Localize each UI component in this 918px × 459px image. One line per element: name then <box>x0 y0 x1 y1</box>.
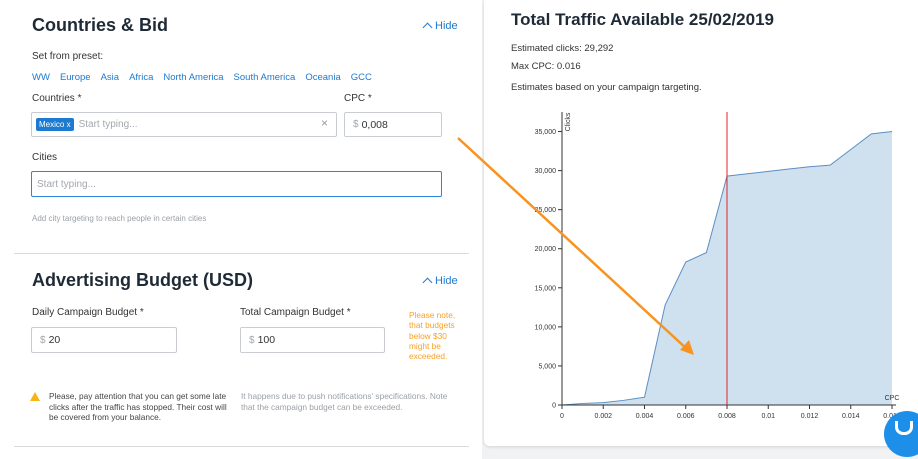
x-tick-label: 0.006 <box>677 413 695 420</box>
currency-symbol: $ <box>40 334 46 346</box>
chat-icon[interactable] <box>884 411 918 457</box>
total-budget-label: Total Campaign Budget * <box>240 307 351 318</box>
currency-symbol: $ <box>353 119 359 130</box>
chat-bubble-icon <box>895 421 913 435</box>
clear-icon[interactable]: × <box>321 116 328 130</box>
x-tick-label: 0 <box>560 413 564 420</box>
cpc-input[interactable]: $ 0,008 <box>344 112 442 137</box>
x-axis-label: CPC <box>885 395 900 402</box>
preset-link[interactable]: Europe <box>60 72 91 83</box>
preset-links: WW Europe Asia Africa North America Sout… <box>32 72 372 83</box>
daily-budget-input[interactable]: $ 20 <box>31 327 177 353</box>
cities-label: Cities <box>32 152 58 163</box>
warning-text: Please, pay attention that you can get s… <box>49 391 227 423</box>
section-divider <box>14 446 469 447</box>
countries-placeholder: Start typing... <box>78 119 138 130</box>
x-tick-label: 0.004 <box>636 413 654 420</box>
y-tick-label: 30,000 <box>535 168 557 175</box>
total-budget-value: 100 <box>257 334 276 346</box>
y-tick-label: 20,000 <box>535 246 557 253</box>
y-tick-label: 10,000 <box>535 324 557 331</box>
y-axis-label: Clicks <box>565 112 572 131</box>
cpc-label: CPC * <box>344 93 372 104</box>
campaign-settings-panel: Countries & Bid Hide Set from preset: WW… <box>0 0 482 459</box>
x-tick-label: 0.012 <box>801 413 819 420</box>
countries-hide-label: Hide <box>435 20 458 32</box>
daily-budget-value: 20 <box>48 334 61 346</box>
budget-note: Please note, that budgets below $30 migh… <box>409 310 456 362</box>
chevron-up-icon <box>422 277 433 288</box>
y-tick-label: 25,000 <box>535 207 557 214</box>
preset-link[interactable]: Oceania <box>305 72 340 83</box>
budget-section-title: Advertising Budget (USD) <box>32 270 254 290</box>
preset-link[interactable]: GCC <box>351 72 372 83</box>
warning-icon <box>30 392 40 401</box>
section-divider <box>14 253 469 254</box>
preset-label: Set from preset: <box>32 51 104 62</box>
y-tick-label: 15,000 <box>535 285 557 292</box>
push-note: It happens due to push notifications' sp… <box>241 391 448 412</box>
y-tick-label: 5,000 <box>538 363 556 370</box>
currency-symbol: $ <box>249 334 255 346</box>
y-tick-label: 35,000 <box>535 129 557 136</box>
cities-placeholder: Start typing... <box>37 178 96 190</box>
chevron-up-icon <box>422 22 433 33</box>
cities-help-text: Add city targeting to reach people in ce… <box>32 214 207 223</box>
cpc-value: 0,008 <box>361 118 388 131</box>
preset-link[interactable]: WW <box>32 72 50 83</box>
late-clicks-warning: Please, pay attention that you can get s… <box>30 391 237 423</box>
countries-label: Countries * <box>32 93 82 104</box>
cities-input[interactable]: Start typing... <box>31 171 442 197</box>
countries-section-title: Countries & Bid <box>32 15 169 35</box>
budget-hide-toggle[interactable]: Hide <box>422 275 458 288</box>
countries-hide-toggle[interactable]: Hide <box>422 20 458 33</box>
country-tag-mexico[interactable]: Mexico x <box>36 118 74 131</box>
traffic-panel: Total Traffic Available 25/02/2019 Estim… <box>484 0 918 446</box>
x-tick-label: 0.008 <box>718 413 736 420</box>
daily-budget-label: Daily Campaign Budget * <box>32 307 144 318</box>
total-budget-input[interactable]: $ 100 <box>240 327 385 353</box>
preset-link[interactable]: North America <box>163 72 223 83</box>
preset-link[interactable]: Africa <box>129 72 153 83</box>
preset-link[interactable]: South America <box>234 72 296 83</box>
x-tick-label: 0.014 <box>842 413 860 420</box>
countries-input[interactable]: Mexico x Start typing... × <box>31 112 337 137</box>
y-tick-label: 0 <box>552 403 556 410</box>
budget-hide-label: Hide <box>435 275 458 287</box>
x-tick-label: 0.002 <box>594 413 612 420</box>
traffic-chart: 0 5,000 10,000 15,000 20,000 25,000 30,000 35,0… <box>535 112 901 420</box>
x-tick-label: 0.01 <box>761 413 775 420</box>
preset-link[interactable]: Asia <box>101 72 119 83</box>
